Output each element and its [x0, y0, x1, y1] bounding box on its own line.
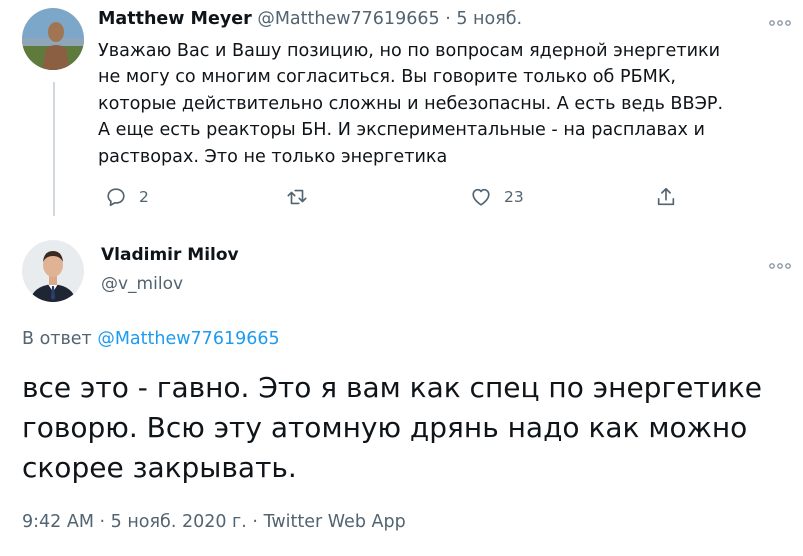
share-icon [657, 187, 675, 206]
reply-button[interactable]: 2 [105, 186, 149, 208]
main-author-name[interactable]: Vladimir Milov [101, 245, 239, 265]
reply-separator: · [445, 9, 451, 29]
retweet-button[interactable] [286, 186, 320, 208]
reply-author-name[interactable]: Matthew Meyer [98, 9, 252, 29]
main-tweet-text: все это - гавно. Это я вам как спец по э… [22, 371, 763, 484]
replying-to: В ответ @Matthew77619665 [22, 329, 280, 349]
tweet-footer: 9:42 AM · 5 нояб. 2020 г. · Twitter Web … [22, 512, 406, 532]
reply-date[interactable]: 5 нояб. [456, 9, 522, 29]
reply-tweet-header: Matthew Meyer @Matthew77619665 · 5 нояб. [98, 9, 522, 29]
thread-line [53, 82, 55, 216]
replying-to-mention[interactable]: @Matthew77619665 [97, 329, 279, 349]
main-more-button[interactable] [769, 255, 791, 274]
heart-icon [472, 188, 490, 206]
footer-separator: · [252, 512, 258, 532]
reply-author-handle[interactable]: @Matthew77619665 [257, 9, 439, 29]
retweet-icon [287, 189, 307, 205]
reply-bubble-icon [107, 188, 125, 207]
reply-count: 2 [139, 188, 149, 206]
more-dots-icon [769, 263, 791, 269]
footer-separator: · [99, 512, 106, 532]
main-author-handle[interactable]: @v_milov [101, 274, 183, 294]
like-count: 23 [504, 188, 524, 206]
tweet-source[interactable]: Twitter Web App [264, 512, 406, 532]
tweet-date[interactable]: 5 нояб. 2020 г. [111, 512, 247, 532]
replying-to-prefix: В ответ [22, 329, 92, 349]
tweet-time[interactable]: 9:42 AM [22, 512, 94, 532]
reply-tweet-text: Уважаю Вас и Вашу позицию, но по вопроса… [98, 41, 724, 167]
reply-author-avatar[interactable] [22, 8, 84, 70]
like-button[interactable]: 23 [470, 186, 524, 208]
reply-more-button[interactable] [769, 12, 791, 31]
share-button[interactable] [655, 186, 677, 208]
more-dots-icon [769, 20, 791, 26]
main-author-avatar[interactable] [22, 240, 84, 302]
